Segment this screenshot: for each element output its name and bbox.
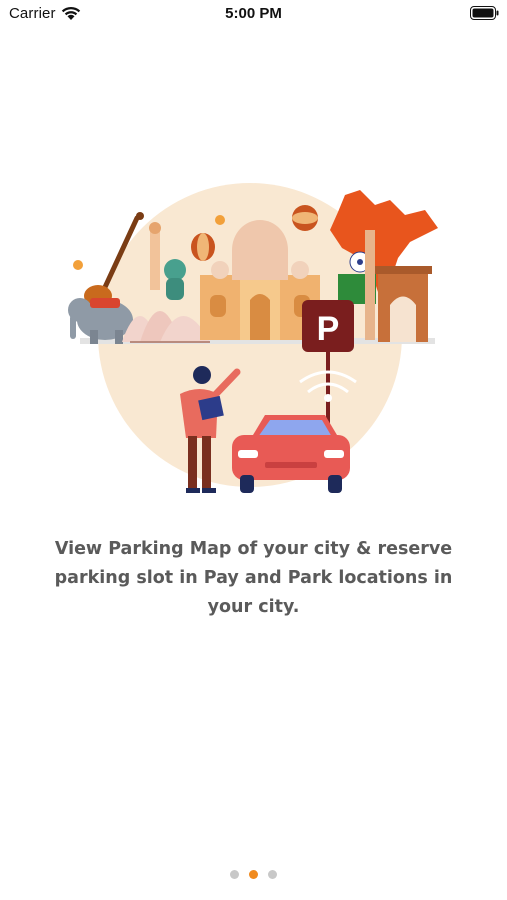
onboarding-description: View Parking Map of your city & reserve … bbox=[54, 539, 453, 617]
status-bar: Carrier 5:00 PM bbox=[0, 0, 507, 30]
battery-icon bbox=[470, 6, 499, 20]
drum-icon-left bbox=[191, 233, 215, 261]
parking-sign-letter: P bbox=[317, 310, 340, 348]
onboarding-illustration: P bbox=[68, 183, 438, 493]
minaret-left bbox=[150, 230, 160, 290]
page-dot-2[interactable] bbox=[249, 870, 258, 879]
status-time: 5:00 PM bbox=[225, 5, 282, 22]
page-indicator[interactable] bbox=[0, 870, 507, 879]
page-dot-3[interactable] bbox=[268, 870, 277, 879]
india-gate-icon bbox=[374, 266, 432, 342]
minaret-right bbox=[365, 230, 375, 340]
page-dot-1[interactable] bbox=[230, 870, 239, 879]
drum-icon-right bbox=[292, 205, 318, 231]
